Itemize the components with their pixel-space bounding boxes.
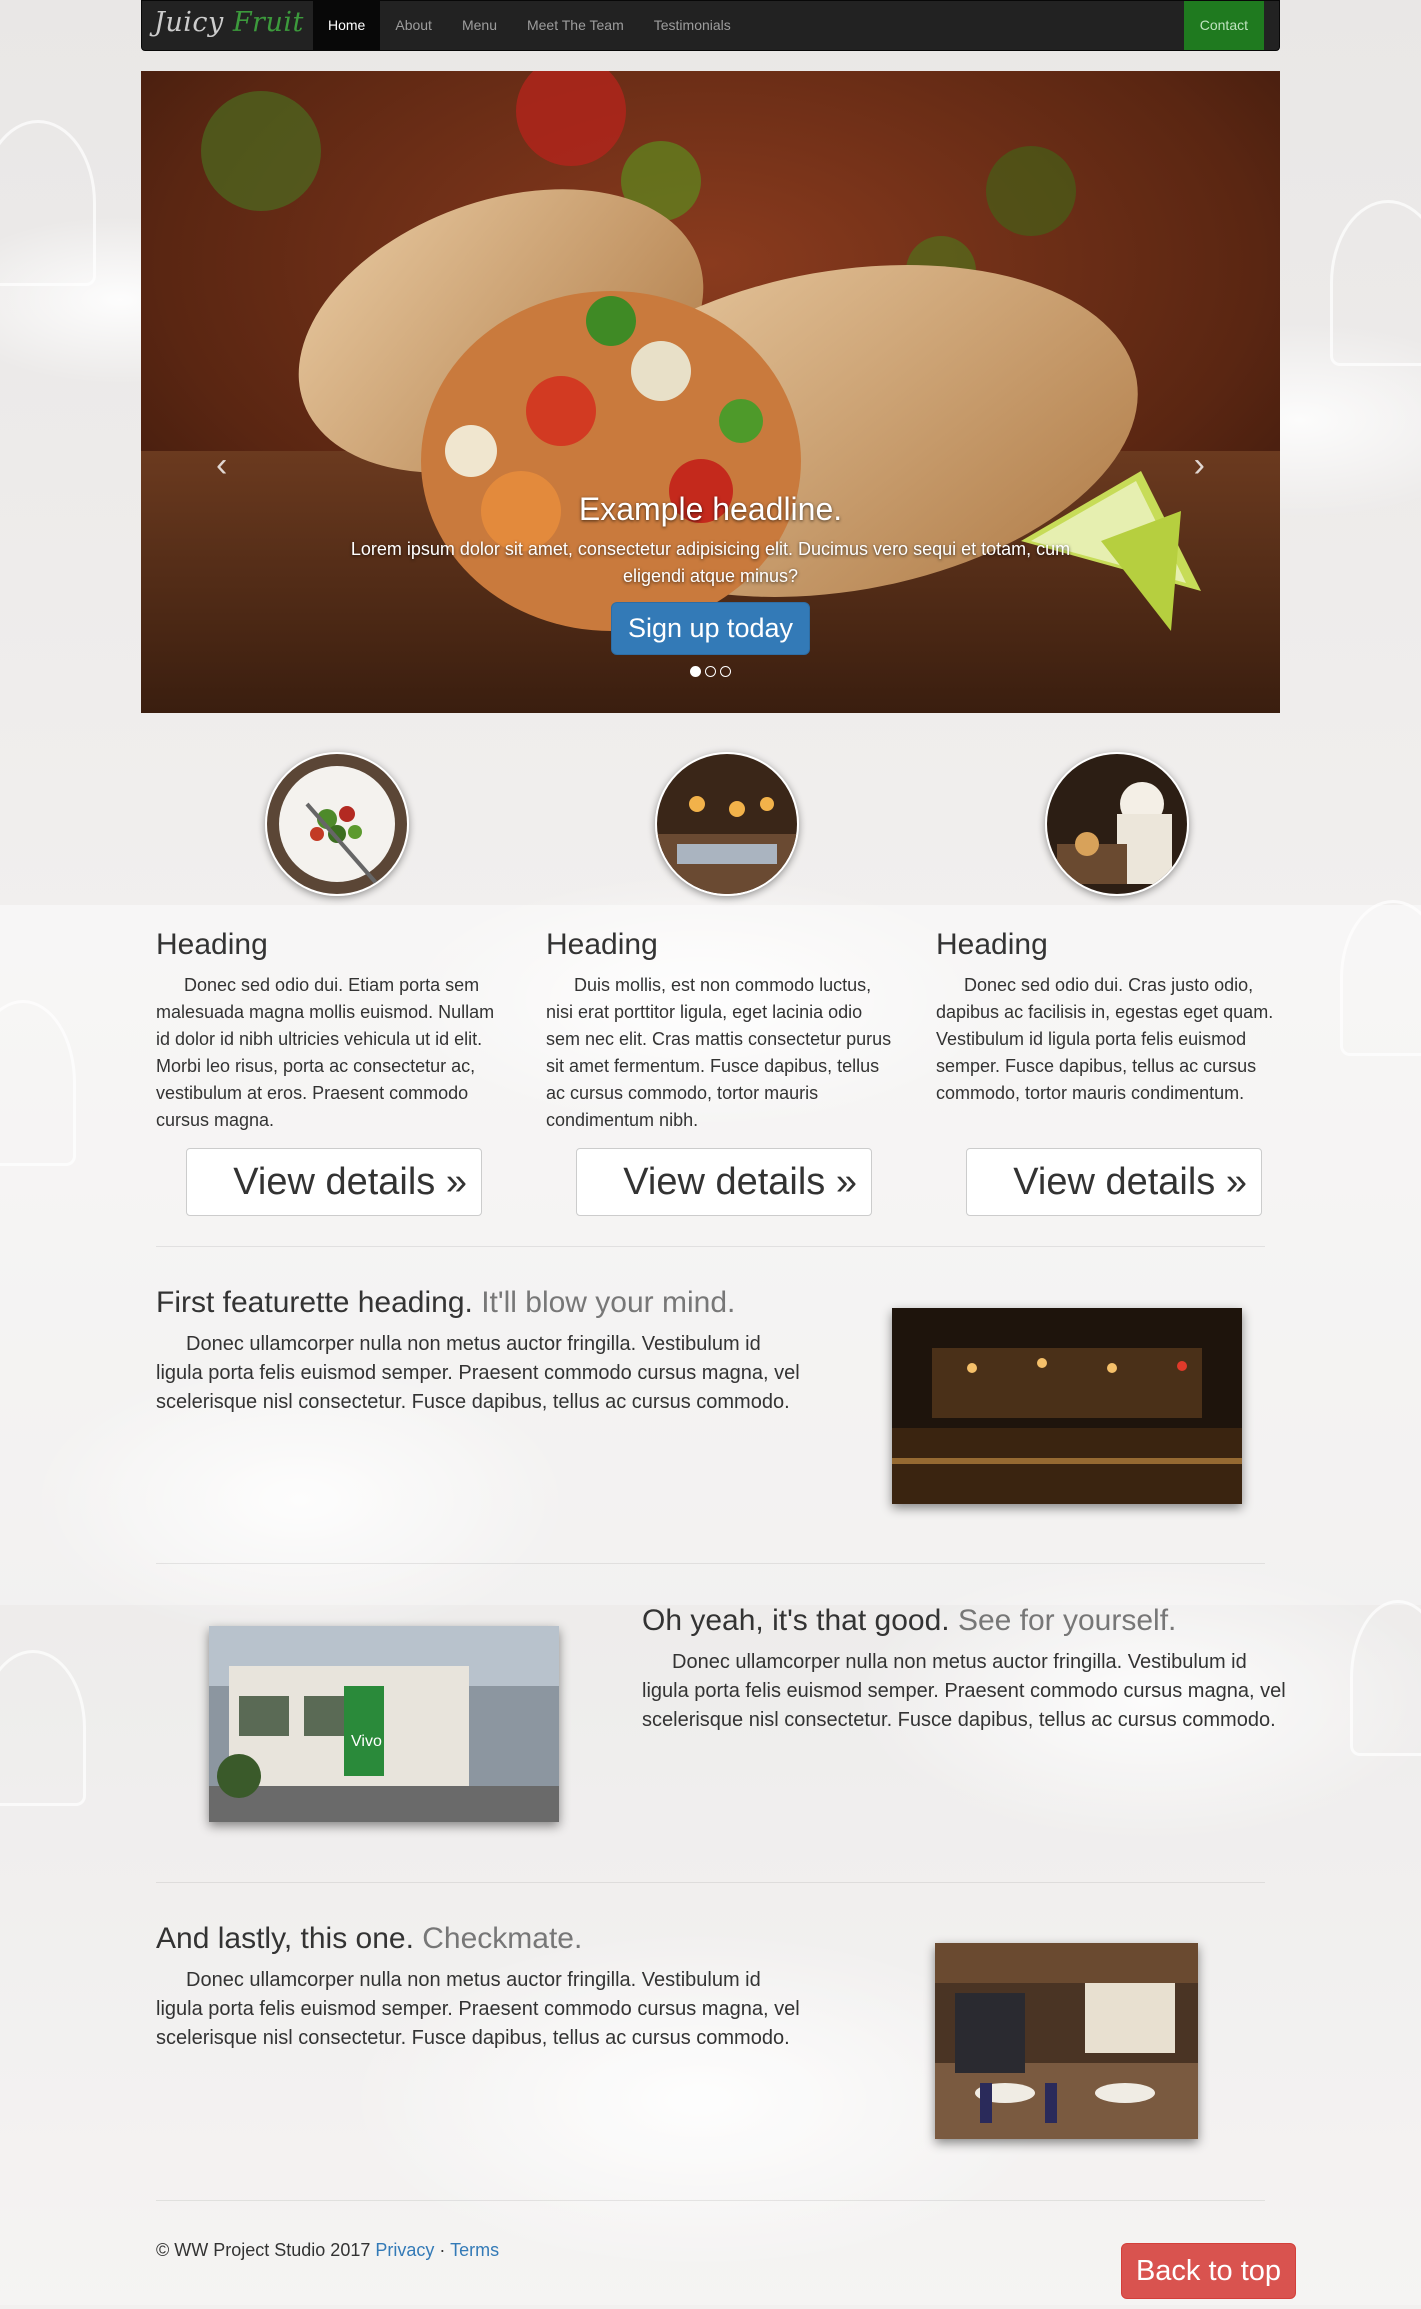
nav-item-home[interactable]: Home [313, 1, 381, 50]
copyright: © WW Project Studio 2017 [156, 2240, 371, 2260]
carousel-caption: Example headline. Lorem ipsum dolor sit … [331, 491, 1090, 655]
column-heading: Heading [936, 928, 1048, 961]
featurette-heading: Oh yeah, it's that good. See for yoursel… [642, 1604, 1292, 1638]
footer: © WW Project Studio 2017 Privacy · Terms [156, 2240, 499, 2261]
divider [156, 1246, 1265, 1247]
nav-menu: Home About Menu Meet The Team Testimonia… [313, 1, 746, 50]
privacy-link[interactable]: Privacy [375, 2240, 434, 2260]
featurette-title: Oh yeah, it's that good. [642, 1604, 950, 1637]
featurette: First featurette heading. It'll blow you… [156, 1286, 806, 1417]
carousel-prev-icon[interactable]: ‹ [216, 446, 227, 485]
terms-link[interactable]: Terms [450, 2240, 499, 2260]
nav-item-menu[interactable]: Menu [447, 1, 512, 50]
bar-interior-image [892, 1308, 1242, 1504]
divider [156, 1563, 1265, 1564]
featurette-title: First featurette heading. [156, 1286, 473, 1319]
featurette-heading: First featurette heading. It'll blow you… [156, 1286, 806, 1320]
view-details-button[interactable]: View details » [966, 1148, 1262, 1216]
nav-item-meet-the-team[interactable]: Meet The Team [512, 1, 639, 50]
carousel-indicator[interactable] [690, 666, 701, 677]
marketing-column: Heading Donec sed odio dui. Etiam porta … [156, 928, 511, 1134]
navbar: Juicy Fruit Home About Menu Meet The Tea… [141, 0, 1280, 51]
dining-room-image [935, 1943, 1198, 2139]
storefront-image: Vivo [209, 1626, 559, 1822]
carousel-text: Lorem ipsum dolor sit amet, consectetur … [350, 539, 1071, 586]
brand-logo[interactable]: Juicy Fruit [154, 7, 304, 38]
column-text: Duis mollis, est non commodo luctus, nis… [546, 975, 892, 1130]
nav-item-testimonials[interactable]: Testimonials [639, 1, 746, 50]
featurette-text: Donec ullamcorper nulla non metus auctor… [156, 1333, 800, 1413]
marketing-column: Heading Duis mollis, est non commodo luc… [546, 928, 901, 1134]
divider [156, 1882, 1265, 1883]
featurette-subtitle: Checkmate. [422, 1922, 583, 1955]
marketing-column: Heading Donec sed odio dui. Cras justo o… [936, 928, 1291, 1107]
storefront-sign: Vivo [351, 1733, 382, 1750]
divider [156, 2200, 1265, 2201]
back-to-top-button[interactable]: Back to top [1121, 2243, 1296, 2299]
column-heading: Heading [546, 928, 658, 961]
column-heading: Heading [156, 928, 268, 961]
carousel-next-icon[interactable]: › [1194, 446, 1205, 485]
sign-up-button[interactable]: Sign up today [610, 602, 811, 655]
hero-carousel: ‹ › Example headline. Lorem ipsum dolor … [141, 71, 1280, 713]
carousel-headline: Example headline. [578, 491, 843, 527]
featurette-subtitle: It'll blow your mind. [481, 1286, 736, 1319]
featurette: Oh yeah, it's that good. See for yoursel… [642, 1604, 1292, 1735]
nav-item-about[interactable]: About [380, 1, 447, 50]
brand-part1: Juicy [154, 7, 224, 38]
featurette-text: Donec ullamcorper nulla non metus auctor… [642, 1651, 1286, 1731]
featurette-subtitle: See for yourself. [957, 1604, 1177, 1637]
brand-part2: Fruit [232, 7, 304, 38]
view-details-button[interactable]: View details » [576, 1148, 872, 1216]
featurette-title: And lastly, this one. [156, 1922, 414, 1955]
carousel-indicator[interactable] [705, 666, 716, 677]
restaurant-interior-thumbnail [655, 752, 799, 896]
view-details-button[interactable]: View details » [186, 1148, 482, 1216]
featurette-heading: And lastly, this one. Checkmate. [156, 1922, 806, 1956]
column-text: Donec sed odio dui. Etiam porta sem male… [156, 975, 495, 1130]
nav-item-contact[interactable]: Contact [1183, 1, 1264, 50]
chef-thumbnail [1045, 752, 1189, 896]
footer-separator: · [439, 2240, 446, 2260]
featurette: And lastly, this one. Checkmate. Donec u… [156, 1922, 806, 2053]
salad-thumbnail [265, 752, 409, 896]
column-text: Donec sed odio dui. Cras justo odio, dap… [936, 975, 1274, 1103]
carousel-indicator[interactable] [720, 666, 731, 677]
carousel-indicators [141, 664, 1280, 682]
featurette-text: Donec ullamcorper nulla non metus auctor… [156, 1969, 800, 2049]
